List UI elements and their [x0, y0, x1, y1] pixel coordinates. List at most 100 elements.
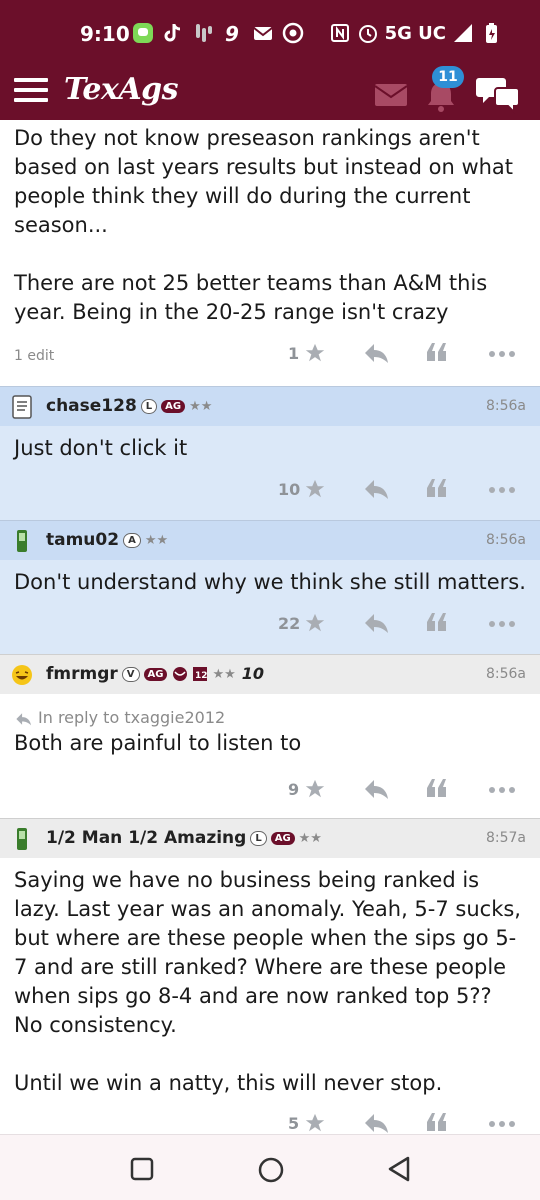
slack-icon	[196, 24, 212, 42]
badge-a: A	[123, 532, 141, 548]
quote-icon[interactable]	[426, 341, 448, 363]
signal-icon	[454, 24, 472, 42]
longhorn-down-icon	[173, 667, 188, 681]
badge-ag: AG	[143, 667, 168, 681]
twelfth-man-icon: 12	[193, 667, 208, 681]
avatar[interactable]	[10, 529, 34, 553]
network-label: 5G UC	[384, 22, 446, 44]
reply-to-link[interactable]: In reply to txaggie2012	[0, 694, 540, 727]
username[interactable]: fmrmgr V AG 12 ★★ 10	[46, 664, 264, 684]
post-actions: 22	[0, 604, 540, 644]
reply-icon[interactable]	[364, 1112, 390, 1134]
system-icons: 5G UC	[329, 22, 502, 44]
like-count: 10	[278, 480, 301, 499]
like-count: 22	[278, 614, 301, 633]
badge-ag: AG	[270, 831, 295, 845]
laughing-emoji-avatar[interactable]	[10, 663, 34, 687]
reply-icon[interactable]	[364, 778, 390, 800]
like-count: 5	[288, 1114, 300, 1133]
stars: ★★	[212, 666, 236, 682]
more-icon[interactable]	[488, 786, 516, 794]
more-icon[interactable]	[488, 1120, 516, 1128]
post-header: tamu02 A ★★ 8:56a	[0, 520, 540, 560]
nfc-icon	[330, 24, 349, 42]
svg-text:12: 12	[195, 671, 208, 681]
reply-icon[interactable]	[364, 478, 390, 500]
chat-icon[interactable]	[476, 74, 522, 114]
notification-badge[interactable]: 11	[432, 66, 464, 88]
post-time[interactable]: 8:56a	[486, 532, 526, 548]
star-icon[interactable]	[304, 342, 326, 364]
quote-icon[interactable]	[426, 611, 448, 633]
alarm-icon	[358, 25, 377, 43]
post-actions: 9	[0, 770, 540, 810]
reply-icon[interactable]	[364, 612, 390, 634]
badge-ag: AG	[161, 399, 186, 413]
post-body: Just don't click it	[14, 436, 188, 460]
reply-arrow-icon	[16, 712, 31, 725]
like-count: 1	[288, 344, 300, 363]
system-nav-bar	[0, 1134, 540, 1200]
quote-icon[interactable]	[426, 477, 448, 499]
quote-icon[interactable]	[426, 777, 448, 799]
notification-icons: 9	[132, 22, 304, 44]
post-tamu02: tamu02 A ★★ 8:56a Don't understand why we …	[0, 520, 540, 654]
post-paragraph: Do they not know preseason rankings aren…	[14, 126, 514, 237]
quote-icon[interactable]	[426, 1111, 448, 1133]
stars: ★★	[189, 398, 213, 414]
star-icon[interactable]	[304, 478, 326, 500]
back-icon[interactable]	[386, 1155, 412, 1183]
post-actions: 1	[0, 334, 540, 374]
post-time[interactable]: 8:57a	[486, 830, 526, 846]
like-count: 9	[288, 780, 300, 799]
post-time[interactable]: 8:56a	[486, 398, 526, 414]
badge-v: V	[121, 666, 140, 682]
mail-status-icon	[253, 27, 273, 40]
badge-l: L	[250, 830, 267, 846]
badge-l: L	[140, 398, 158, 414]
site-logo[interactable]: TexAgs	[64, 72, 179, 107]
extra-badge: 10	[241, 664, 265, 683]
menu-icon[interactable]	[14, 78, 48, 106]
post-fmrmgr: fmrmgr V AG 12 ★★ 10 8:56a In reply to txaggi…	[0, 654, 540, 818]
battery-icon	[486, 23, 497, 43]
username[interactable]: 1/2 Man 1/2 Amazing L AG ★★	[46, 828, 322, 848]
star-icon[interactable]	[304, 612, 326, 634]
post-body: Don't understand why we think she still …	[14, 570, 526, 594]
star-icon[interactable]	[304, 1112, 326, 1134]
stars: ★★	[144, 532, 169, 548]
post-header: chase128 L AG ★★ 8:56a	[0, 386, 540, 426]
post-body: Do they not know preseason rankings aren…	[0, 120, 540, 327]
post-chase128: chase128 L AG ★★ 8:56a Just don't click it …	[0, 386, 540, 520]
more-icon[interactable]	[488, 486, 516, 494]
recents-icon[interactable]	[130, 1157, 154, 1181]
app-bar: TexAgs 11	[0, 66, 540, 120]
post-header: fmrmgr V AG 12 ★★ 10 8:56a	[0, 654, 540, 694]
tiktok-icon	[164, 24, 181, 42]
post-paragraph: Saying we have no business being ranked …	[14, 868, 521, 1037]
post-continued: Do they not know preseason rankings aren…	[0, 120, 540, 386]
more-icon[interactable]	[488, 620, 516, 628]
chrome-icon	[282, 22, 304, 44]
post-paragraph: There are not 25 better teams than A&M t…	[14, 271, 488, 324]
post-body: Saying we have no business being ranked …	[0, 858, 540, 1098]
home-icon[interactable]	[258, 1157, 284, 1183]
reply-icon[interactable]	[364, 342, 390, 364]
post-body: Both are painful to listen to	[14, 731, 302, 755]
stars: ★★	[298, 830, 322, 846]
post-header: 1/2 Man 1/2 Amazing L AG ★★ 8:57a	[0, 818, 540, 858]
avatar[interactable]	[10, 395, 34, 419]
svg-text:9: 9	[225, 22, 239, 44]
username[interactable]: tamu02 A ★★	[46, 530, 168, 550]
inbox-icon[interactable]	[374, 82, 408, 108]
nine-icon: 9	[225, 22, 239, 44]
more-icon[interactable]	[488, 350, 516, 358]
post-time[interactable]: 8:56a	[486, 666, 526, 682]
star-icon[interactable]	[304, 778, 326, 800]
status-bar: 9:10 9 5G UC	[0, 0, 540, 66]
status-time: 9:10	[80, 22, 130, 46]
avatar[interactable]	[10, 827, 34, 851]
messages-icon	[133, 23, 153, 43]
post-half-man-half-amazing: 1/2 Man 1/2 Amazing L AG ★★ 8:57a Saying we…	[0, 818, 540, 1134]
username[interactable]: chase128 L AG ★★	[46, 396, 212, 416]
